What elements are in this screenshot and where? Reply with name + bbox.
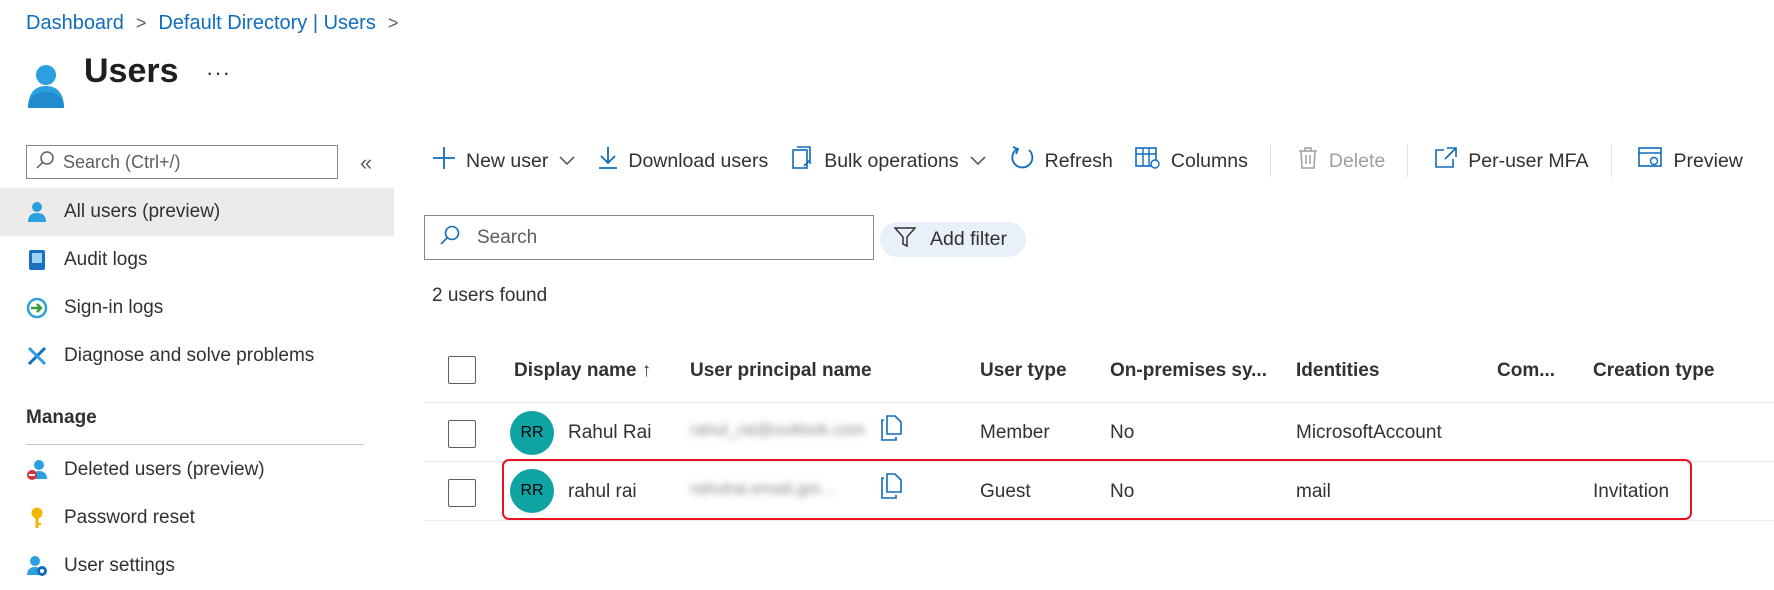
sidebar-item-label: Password reset bbox=[64, 507, 195, 528]
command-bar: New user Download users Bulk operations … bbox=[432, 145, 1765, 177]
search-icon bbox=[439, 224, 461, 251]
user-search-input[interactable] bbox=[477, 226, 857, 249]
column-header-identities[interactable]: Identities bbox=[1296, 358, 1379, 384]
audit-log-icon bbox=[26, 249, 48, 271]
column-header-upn[interactable]: User principal name bbox=[690, 358, 872, 384]
external-link-icon bbox=[1434, 147, 1458, 175]
sidebar-item-user-settings[interactable]: User settings bbox=[0, 542, 394, 590]
sidebar-item-deleted-users[interactable]: Deleted users (preview) bbox=[0, 446, 394, 494]
sidebar-item-label: Diagnose and solve problems bbox=[64, 345, 315, 366]
sidebar-item-label: Audit logs bbox=[64, 249, 148, 270]
plus-icon bbox=[432, 146, 456, 176]
row-checkbox[interactable] bbox=[448, 479, 476, 507]
more-options-button[interactable]: ··· bbox=[206, 60, 231, 86]
chevron-down-icon bbox=[558, 150, 576, 173]
per-user-mfa-button[interactable]: Per-user MFA bbox=[1434, 147, 1589, 175]
nav-search-input[interactable] bbox=[63, 151, 313, 173]
sidebar-item-sign-in-logs[interactable]: Sign-in logs bbox=[0, 284, 394, 332]
columns-button[interactable]: Columns bbox=[1135, 146, 1248, 176]
column-header-company[interactable]: Com... bbox=[1497, 358, 1555, 384]
download-users-label: Download users bbox=[628, 149, 769, 172]
sidebar-item-all-users[interactable]: All users (preview) bbox=[0, 188, 394, 236]
bulk-operations-label: Bulk operations bbox=[824, 149, 959, 172]
sidebar-item-label: All users (preview) bbox=[64, 201, 221, 222]
toolbar-divider bbox=[1610, 145, 1612, 177]
per-user-mfa-label: Per-user MFA bbox=[1468, 149, 1589, 172]
key-icon bbox=[26, 507, 48, 529]
users-page-icon bbox=[24, 62, 68, 110]
sidebar-item-label: Sign-in logs bbox=[64, 297, 164, 318]
select-all-checkbox[interactable] bbox=[448, 356, 476, 384]
download-icon bbox=[598, 146, 618, 176]
user-icon bbox=[26, 201, 48, 223]
collapse-nav-button[interactable]: « bbox=[360, 150, 372, 176]
trash-icon bbox=[1297, 146, 1319, 176]
filter-icon bbox=[893, 226, 917, 254]
refresh-button[interactable]: Refresh bbox=[1009, 145, 1113, 177]
column-header-on-premises[interactable]: On-premises sy... bbox=[1110, 358, 1267, 384]
chevron-right-icon: > bbox=[135, 12, 147, 33]
wrench-icon bbox=[26, 345, 48, 367]
column-header-creation-type[interactable]: Creation type bbox=[1593, 358, 1714, 384]
add-filter-button[interactable]: Add filter bbox=[880, 222, 1026, 257]
sidebar-item-diagnose[interactable]: Diagnose and solve problems bbox=[0, 332, 394, 380]
new-user-label: New user bbox=[466, 149, 549, 172]
breadcrumb-default-directory-users[interactable]: Default Directory | Users bbox=[158, 12, 375, 35]
sidebar-item-label: User settings bbox=[64, 555, 175, 576]
refresh-icon bbox=[1009, 145, 1035, 177]
chevron-down-icon bbox=[969, 150, 987, 173]
delete-button[interactable]: Delete bbox=[1297, 146, 1385, 176]
breadcrumb-dashboard[interactable]: Dashboard bbox=[26, 12, 124, 35]
search-icon bbox=[35, 150, 55, 175]
columns-label: Columns bbox=[1170, 149, 1248, 172]
user-settings-icon bbox=[26, 555, 48, 577]
sign-in-icon bbox=[26, 297, 48, 319]
toolbar-divider bbox=[1407, 145, 1409, 177]
sidebar-item-audit-logs[interactable]: Audit logs bbox=[0, 236, 394, 284]
preview-icon bbox=[1637, 146, 1664, 176]
preview-features-button[interactable]: Preview bbox=[1637, 146, 1743, 176]
identities-link[interactable]: MicrosoftAccount bbox=[1296, 422, 1442, 444]
breadcrumb: Dashboard > Default Directory | Users > bbox=[26, 10, 398, 36]
download-users-button[interactable]: Download users bbox=[598, 146, 768, 176]
columns-icon bbox=[1135, 146, 1161, 176]
deleted-user-icon bbox=[26, 459, 48, 481]
nav-search-box[interactable] bbox=[26, 145, 338, 179]
bulk-operations-button[interactable]: Bulk operations bbox=[790, 146, 986, 176]
column-header-display-name[interactable]: Display name ↑ bbox=[514, 358, 651, 384]
user-principal-name: rahul_rai@outlook.com bbox=[690, 420, 866, 439]
user-type-cell: Member bbox=[980, 422, 1050, 443]
avatar: RR bbox=[510, 411, 554, 455]
copy-icon[interactable] bbox=[880, 415, 902, 446]
chevron-right-icon: > bbox=[387, 12, 399, 33]
manage-section-heading: Manage bbox=[26, 407, 97, 428]
delete-label: Delete bbox=[1328, 149, 1386, 172]
column-header-user-type[interactable]: User type bbox=[980, 358, 1067, 384]
result-count: 2 users found bbox=[432, 285, 548, 306]
new-user-button[interactable]: New user bbox=[432, 146, 576, 176]
sidebar-item-label: Deleted users (preview) bbox=[64, 459, 265, 480]
add-filter-label: Add filter bbox=[930, 228, 1007, 250]
row-checkbox[interactable] bbox=[448, 420, 476, 448]
on-premises-cell: No bbox=[1110, 422, 1135, 443]
user-display-name-link[interactable]: Rahul Rai bbox=[568, 422, 651, 444]
nav-divider bbox=[26, 444, 364, 445]
page-title: Users bbox=[84, 52, 179, 90]
preview-label: Preview bbox=[1673, 149, 1743, 172]
toolbar-divider bbox=[1269, 145, 1271, 177]
user-search-box[interactable] bbox=[424, 215, 874, 260]
row-divider bbox=[424, 402, 1774, 403]
refresh-label: Refresh bbox=[1044, 149, 1113, 172]
sidebar-item-password-reset[interactable]: Password reset bbox=[0, 494, 394, 542]
bulk-operations-icon bbox=[790, 146, 814, 176]
row-divider bbox=[424, 520, 1774, 521]
highlight-box bbox=[502, 459, 1692, 520]
